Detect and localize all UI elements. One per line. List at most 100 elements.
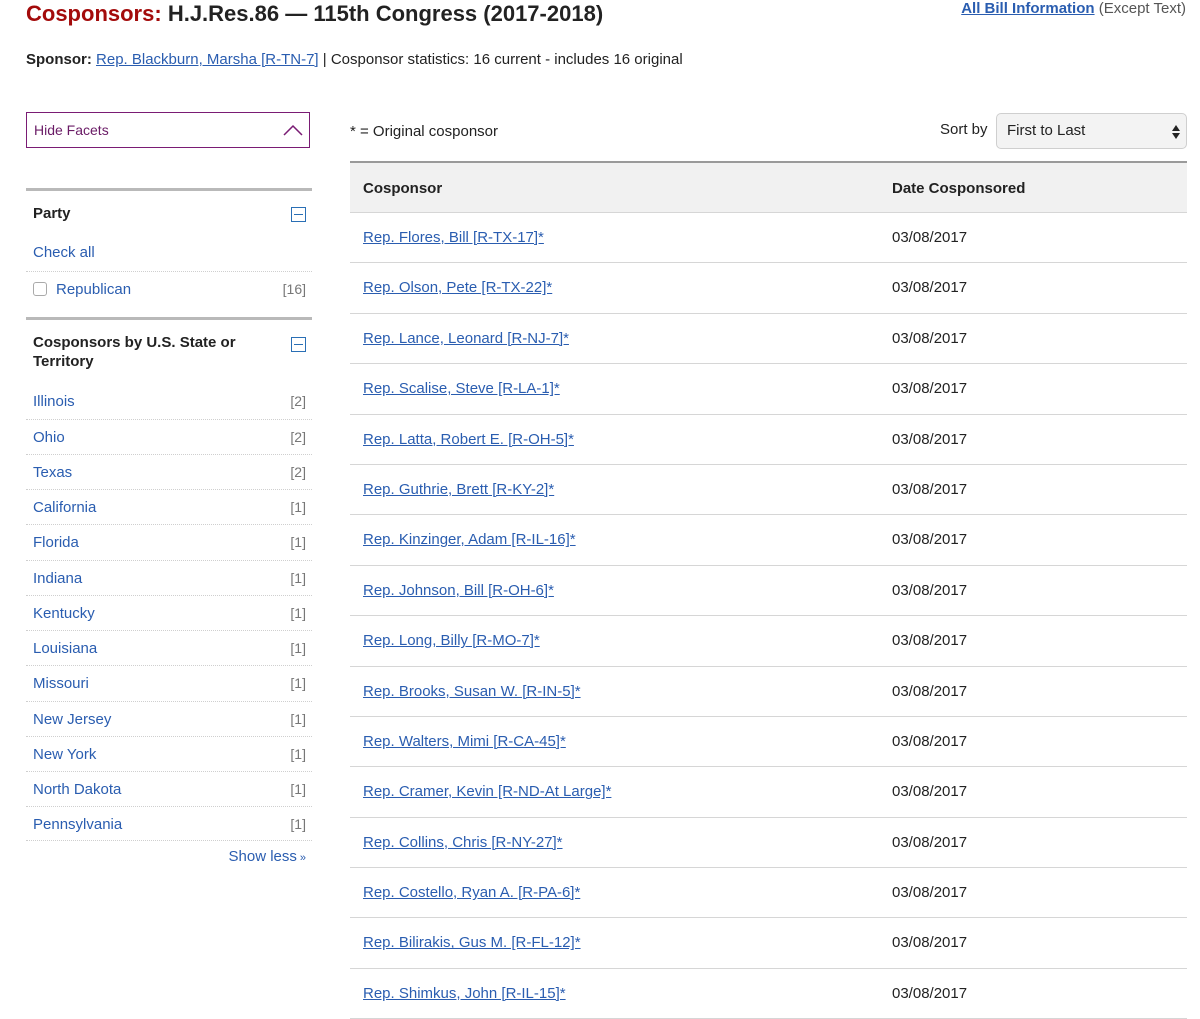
facet-item-label[interactable]: Pennsylvania [33, 816, 122, 833]
collapse-party-icon[interactable] [291, 207, 306, 222]
sort-select-value: First to Last [1007, 122, 1086, 139]
facet-item-missouri[interactable]: Missouri [1] [26, 665, 312, 700]
cosponsor-link[interactable]: Rep. Johnson, Bill [R-OH-6]* [363, 582, 554, 599]
sort-select[interactable]: First to Last [996, 113, 1187, 149]
table-row: Rep. Lance, Leonard [R-NJ-7]* 03/08/2017 [350, 314, 1187, 365]
facet-item-label[interactable]: Missouri [33, 675, 89, 692]
facet-item-label[interactable]: Texas [33, 464, 72, 481]
facet-divider [26, 840, 312, 841]
facet-item-label[interactable]: California [33, 499, 96, 516]
republican-checkbox[interactable] [33, 282, 47, 296]
cosponsor-link[interactable]: Rep. Kinzinger, Adam [R-IL-16]* [363, 531, 576, 548]
cosponsor-link[interactable]: Rep. Brooks, Susan W. [R-IN-5]* [363, 683, 581, 700]
facet-item-texas[interactable]: Texas [2] [26, 454, 312, 489]
facet-party: Party Check all Republican [16] [26, 188, 312, 298]
original-cosponsor-note: * = Original cosponsor [350, 123, 498, 140]
date-cosponsored: 03/08/2017 [892, 934, 968, 952]
facet-item-republican[interactable]: Republican [16] [26, 271, 312, 306]
facet-party-title: Party [33, 205, 71, 222]
cosponsor-link[interactable]: Rep. Long, Billy [R-MO-7]* [363, 632, 540, 649]
table-row: Rep. Flores, Bill [R-TX-17]* 03/08/2017 [350, 213, 1187, 264]
facet-item-label[interactable]: New Jersey [33, 711, 111, 728]
cosponsor-link[interactable]: Rep. Lance, Leonard [R-NJ-7]* [363, 330, 569, 347]
facet-item-florida[interactable]: Florida [1] [26, 524, 312, 559]
hide-facets-button[interactable]: Hide Facets [26, 112, 310, 148]
facet-state: Cosponsors by U.S. State or Territory Il… [26, 317, 312, 833]
show-less-link[interactable]: Show less» [229, 848, 307, 865]
facet-item-count: [1] [290, 534, 306, 550]
facet-item-label[interactable]: North Dakota [33, 781, 121, 798]
facet-item-count: [16] [282, 281, 306, 297]
cosponsor-link[interactable]: Rep. Guthrie, Brett [R-KY-2]* [363, 481, 554, 498]
facet-state-title: Cosponsors by U.S. State or Territory [33, 333, 236, 371]
date-cosponsored: 03/08/2017 [892, 531, 968, 549]
cosponsor-link[interactable]: Rep. Latta, Robert E. [R-OH-5]* [363, 431, 574, 448]
facet-item-count: [2] [290, 464, 306, 480]
table-row: Rep. Bilirakis, Gus M. [R-FL-12]* 03/08/2… [350, 918, 1187, 969]
facet-item-label[interactable]: Ohio [33, 429, 65, 446]
facet-item-count: [1] [290, 570, 306, 586]
facet-item-north-dakota[interactable]: North Dakota [1] [26, 771, 312, 806]
facet-item-count: [1] [290, 605, 306, 621]
table-row: Rep. Shimkus, John [R-IL-15]* 03/08/2017 [350, 969, 1187, 1019]
cosponsor-link[interactable]: Rep. Olson, Pete [R-TX-22]* [363, 279, 552, 296]
cosponsor-link[interactable]: Rep. Cramer, Kevin [R-ND-At Large]* [363, 783, 611, 800]
facet-item-indiana[interactable]: Indiana [1] [26, 560, 312, 595]
table-row: Rep. Costello, Ryan A. [R-PA-6]* 03/08/20… [350, 868, 1187, 919]
facet-item-pennsylvania[interactable]: Pennsylvania [1] [26, 806, 312, 841]
cosponsor-link[interactable]: Rep. Shimkus, John [R-IL-15]* [363, 985, 566, 1002]
facet-item-label[interactable]: Indiana [33, 570, 82, 587]
facet-item-count: [1] [290, 675, 306, 691]
facet-item-label[interactable]: Louisiana [33, 640, 97, 657]
facet-item-count: [2] [290, 429, 306, 445]
facet-item-california[interactable]: California [1] [26, 489, 312, 524]
date-cosponsored: 03/08/2017 [892, 229, 968, 246]
cosponsor-link[interactable]: Rep. Bilirakis, Gus M. [R-FL-12]* [363, 934, 581, 951]
table-row: Rep. Scalise, Steve [R-LA-1]* 03/08/2017 [350, 364, 1187, 415]
page-title: Cosponsors: H.J.Res.86 — 115th Congress … [26, 0, 603, 28]
show-less-label[interactable]: Show less [229, 848, 297, 865]
table-row: Rep. Cramer, Kevin [R-ND-At Large]* 03/08… [350, 767, 1187, 818]
cosponsor-link[interactable]: Rep. Costello, Ryan A. [R-PA-6]* [363, 884, 580, 901]
all-bill-information-suffix: (Except Text) [1098, 0, 1186, 17]
column-header-date: Date Cosponsored [892, 180, 1026, 197]
date-cosponsored: 03/08/2017 [892, 833, 968, 851]
facet-item-label[interactable]: Florida [33, 534, 79, 551]
date-cosponsored: 03/08/2017 [892, 984, 968, 1002]
collapse-state-icon[interactable] [291, 337, 306, 352]
facet-item-count: [1] [290, 816, 306, 832]
date-cosponsored: 03/08/2017 [892, 279, 968, 297]
cosponsor-link[interactable]: Rep. Flores, Bill [R-TX-17]* [363, 229, 544, 246]
facet-item-label[interactable]: New York [33, 746, 96, 763]
facet-item-label[interactable]: Illinois [33, 393, 75, 410]
facet-item-count: [1] [290, 499, 306, 515]
facet-item-louisiana[interactable]: Louisiana [1] [26, 630, 312, 665]
table-row: Rep. Long, Billy [R-MO-7]* 03/08/2017 [350, 616, 1187, 667]
cosponsor-link[interactable]: Rep. Collins, Chris [R-NY-27]* [363, 834, 563, 851]
all-bill-information-link[interactable]: All Bill Information [961, 0, 1094, 17]
sponsor-line: Sponsor: Rep. Blackburn, Marsha [R-TN-7]… [26, 51, 683, 69]
table-row: Rep. Olson, Pete [R-TX-22]* 03/08/2017 [350, 263, 1187, 314]
facet-state-title-line1: Cosponsors by U.S. State or [33, 334, 236, 351]
facet-item-label[interactable]: Republican [56, 281, 131, 298]
facet-item-ohio[interactable]: Ohio [2] [26, 419, 312, 454]
facet-item-illinois[interactable]: Illinois [2] [26, 384, 312, 419]
facet-item-new-york[interactable]: New York [1] [26, 736, 312, 771]
date-cosponsored: 03/08/2017 [892, 682, 968, 700]
check-all-link[interactable]: Check all [33, 244, 95, 261]
facet-item-count: [1] [290, 640, 306, 656]
facet-item-count: [1] [290, 746, 306, 762]
table-row: Rep. Collins, Chris [R-NY-27]* 03/08/2017 [350, 818, 1187, 869]
cosponsor-link[interactable]: Rep. Walters, Mimi [R-CA-45]* [363, 733, 566, 750]
table-row: Rep. Guthrie, Brett [R-KY-2]* 03/08/2017 [350, 465, 1187, 516]
date-cosponsored: 03/08/2017 [892, 884, 968, 902]
table-header: Cosponsor Date Cosponsored [350, 163, 1187, 213]
table-row: Rep. Brooks, Susan W. [R-IN-5]* 03/08/201… [350, 667, 1187, 717]
facet-item-kentucky[interactable]: Kentucky [1] [26, 595, 312, 630]
date-cosponsored: 03/08/2017 [892, 581, 968, 599]
facet-item-new-jersey[interactable]: New Jersey [1] [26, 701, 312, 736]
cosponsor-link[interactable]: Rep. Scalise, Steve [R-LA-1]* [363, 380, 560, 397]
date-cosponsored: 03/08/2017 [892, 632, 968, 650]
sponsor-link[interactable]: Rep. Blackburn, Marsha [R-TN-7] [96, 51, 319, 68]
facet-item-label[interactable]: Kentucky [33, 605, 95, 622]
